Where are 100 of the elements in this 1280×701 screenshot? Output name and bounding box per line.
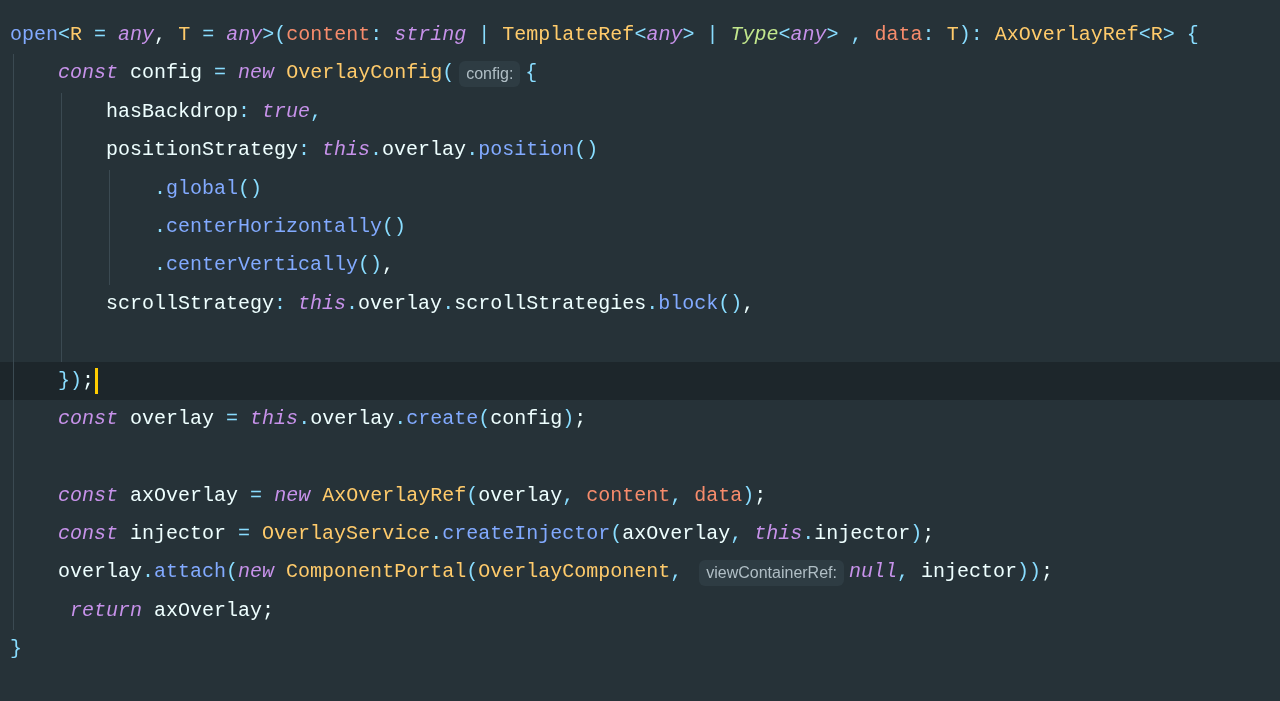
code-token: }	[10, 636, 22, 663]
code-token: overlay	[310, 405, 395, 432]
code-token: :	[370, 22, 383, 48]
code-token: )	[562, 405, 575, 432]
code-token: centerVertically	[166, 252, 359, 279]
code-token: =	[94, 22, 107, 48]
code-token: =	[250, 482, 263, 509]
code-token: :	[238, 98, 251, 125]
code-token: })	[58, 367, 83, 394]
code-token: content	[586, 482, 671, 509]
code-token: =	[238, 521, 251, 548]
code-token: scrollStrategies	[454, 290, 647, 317]
code-token: OverlayService	[262, 521, 431, 548]
code-token: ;	[922, 521, 935, 548]
code-token: ComponentPortal	[286, 559, 467, 586]
code-token: .	[154, 213, 167, 240]
code-token: hasBackdrop	[106, 98, 239, 125]
code-token: injector	[814, 521, 911, 548]
code-token: =	[214, 60, 227, 87]
code-token: global	[166, 175, 239, 202]
code-token: ;	[754, 482, 767, 509]
code-token: content	[286, 22, 371, 48]
code-token: <	[634, 22, 647, 48]
code-token: )	[742, 482, 755, 509]
code-token: .	[346, 290, 359, 317]
code-token: ;	[574, 405, 587, 432]
code-token: (	[466, 559, 479, 586]
code-token: config	[490, 405, 563, 432]
code-token: positionStrategy	[106, 137, 299, 164]
code-token: OverlayConfig	[286, 60, 443, 87]
code-token: ()	[718, 290, 743, 317]
code-token: <	[1138, 22, 1151, 48]
code-token: new	[238, 559, 275, 586]
code-token: ,	[850, 22, 863, 48]
code-token: > {	[1162, 22, 1199, 48]
code-token: injector	[921, 559, 1017, 586]
code-token: .	[298, 405, 311, 432]
code-token: ):	[958, 22, 983, 48]
code-token: (	[466, 482, 479, 509]
code-token: any	[226, 22, 263, 48]
code-token: axOverlay	[130, 482, 239, 509]
code-token: :	[298, 137, 311, 164]
code-token: <	[58, 22, 71, 48]
code-token: ))	[1017, 559, 1042, 586]
code-token: =	[226, 405, 239, 432]
code-token: .	[466, 137, 479, 164]
code-token: overlay	[358, 290, 443, 317]
code-token: TemplateRef	[502, 22, 635, 48]
code-token: AxOverlayRef	[994, 22, 1139, 48]
code-token: .	[802, 521, 815, 548]
code-token: R	[70, 22, 83, 48]
code-token: >	[682, 22, 695, 48]
code-token: (	[226, 559, 239, 586]
code-token: =	[202, 22, 215, 48]
code-token: T	[178, 22, 191, 48]
code-token: |	[478, 22, 491, 48]
code-token: any	[790, 22, 827, 48]
code-token: injector	[130, 521, 227, 548]
code-token: string	[394, 22, 467, 48]
code-token: any	[118, 22, 155, 48]
code-token: this	[250, 405, 299, 432]
code-token: {	[525, 60, 538, 87]
code-token: const	[58, 60, 119, 87]
code-token: (	[442, 60, 455, 87]
code-token: attach	[154, 559, 227, 586]
code-token: config	[130, 60, 203, 87]
code-token: createInjector	[442, 521, 611, 548]
code-token: return	[70, 597, 143, 624]
code-token: this	[322, 137, 371, 164]
code-token: this	[298, 290, 347, 317]
code-token: block	[658, 290, 719, 317]
code-token: open	[10, 22, 58, 48]
code-token: <	[778, 22, 791, 48]
code-token: ,	[730, 521, 743, 548]
code-token: .	[154, 175, 167, 202]
code-token: :	[274, 290, 287, 317]
code-token: .	[646, 290, 659, 317]
code-token: ,	[670, 482, 683, 509]
code-token: .	[394, 405, 407, 432]
code-token: data	[874, 22, 923, 48]
code-token: create	[406, 405, 479, 432]
code-token: R	[1150, 22, 1163, 48]
code-token: overlay	[58, 559, 143, 586]
inlay-hint: config:	[459, 60, 521, 87]
code-token: overlay	[478, 482, 563, 509]
code-token: new	[238, 60, 275, 87]
code-token: overlay	[382, 137, 467, 164]
code-token: centerHorizontally	[166, 213, 383, 240]
code-token: .	[142, 559, 155, 586]
code-token: ;	[262, 597, 275, 624]
code-token: (	[478, 405, 491, 432]
code-token: T	[946, 22, 959, 48]
code-token: ()	[382, 213, 407, 240]
code-token: .	[430, 521, 443, 548]
code-token: this	[754, 521, 803, 548]
code-token: axOverlay	[622, 521, 731, 548]
code-token: .	[370, 137, 383, 164]
code-token: null	[848, 559, 897, 586]
code-token: >	[826, 22, 839, 48]
code-token: ,	[154, 22, 167, 48]
